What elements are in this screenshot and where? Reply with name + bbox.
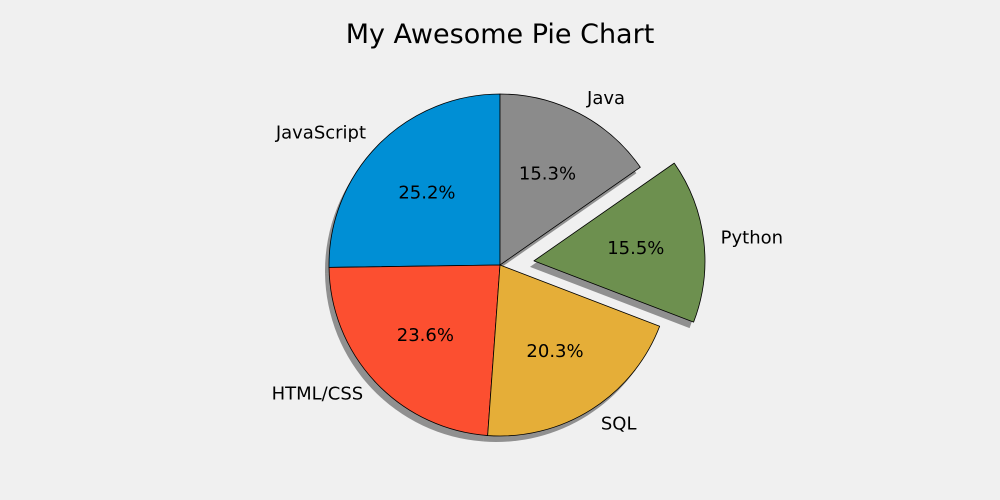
slice-label-html-css: HTML/CSS	[272, 384, 364, 405]
slice-html-css	[328, 264, 501, 436]
pie-chart: My Awesome Pie Chart 25.2% JavaScript 23.6…	[272, 19, 783, 442]
slice-percent-sql: 20.3%	[526, 341, 583, 362]
slice-percent-python: 15.5%	[607, 238, 664, 259]
slice-percent-java: 15.3%	[519, 164, 576, 185]
slice-layer	[328, 93, 706, 437]
slice-label-sql: SQL	[601, 413, 637, 434]
slice-percent-html-css: 23.6%	[397, 325, 454, 346]
slice-label-javascript: JavaScript	[275, 122, 366, 143]
chart-container: My Awesome Pie Chart 25.2% JavaScript 23.6…	[0, 0, 1000, 500]
slice-percent-javascript: 25.2%	[398, 182, 455, 203]
slice-label-python: Python	[721, 228, 783, 249]
chart-title: My Awesome Pie Chart	[346, 19, 655, 50]
slice-javascript	[328, 93, 501, 268]
slice-label-java: Java	[586, 88, 625, 109]
